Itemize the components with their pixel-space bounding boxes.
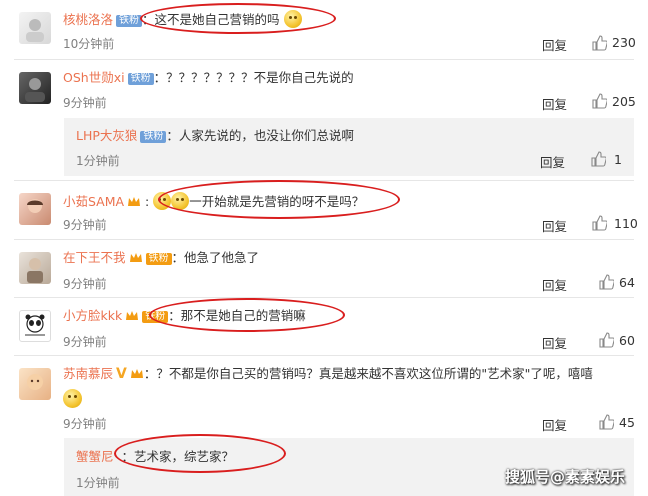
like-count: 45 <box>619 415 635 430</box>
reply-button[interactable]: 回复 <box>542 275 567 294</box>
crown-icon <box>128 197 141 206</box>
avatar-image <box>27 258 43 283</box>
verified-v-icon: V <box>116 366 127 382</box>
avatar-image <box>27 374 43 390</box>
divider <box>14 59 634 60</box>
like-count: 64 <box>619 275 635 290</box>
avatar-image <box>26 19 44 42</box>
username[interactable]: 蟹蟹尼 <box>76 449 114 464</box>
timestamp: 9分钟前 <box>63 335 107 349</box>
subreply-line: 蟹蟹尼 ：艺术家，综艺家？ <box>76 449 234 465</box>
thumbs-up-icon[interactable] <box>598 332 614 348</box>
avatar[interactable] <box>19 368 51 400</box>
fan-badge: 铁粉 <box>140 131 167 143</box>
thumbs-up-icon[interactable] <box>590 151 606 167</box>
avatar-image <box>25 78 45 102</box>
comment-line: OSh世勋xi 铁粉 ：？？？？？？？不是你自己先说的 <box>63 70 354 86</box>
comment-line: 小方脸kkk 铁粉 ：那不是她自己的营销嘛 <box>63 308 306 324</box>
timestamp: 9分钟前 <box>63 218 107 232</box>
username[interactable]: 小茹SAMA <box>63 194 124 209</box>
username[interactable]: 苏南慕辰 <box>63 366 113 381</box>
comment-line: 小茹SAMA : 一开始就是先营销的呀不是吗？ <box>63 192 365 210</box>
comment-text: ：那不是她自己的营销嘛 <box>168 308 306 323</box>
timestamp: 1分钟前 <box>76 154 120 168</box>
username[interactable]: OSh世勋xi <box>63 70 125 85</box>
thumbs-up-icon[interactable] <box>591 215 607 231</box>
comment-line: 苏南慕辰 V ：？不都是你自己买的营销吗？真是越来越不喜欢这位所谓的"艺术家"了呢，… <box>63 366 593 382</box>
divider <box>14 297 634 298</box>
timestamp: 1分钟前 <box>76 476 120 490</box>
avatar-image <box>27 199 43 213</box>
username[interactable]: LHP大灰狼 <box>76 128 137 143</box>
reply-button[interactable]: 回复 <box>542 216 567 235</box>
comment-line: 在下王不我 铁粉 ：他急了他急了 <box>63 250 259 266</box>
fan-badge: 铁粉 <box>142 311 169 323</box>
reply-button[interactable]: 回复 <box>540 152 565 171</box>
avatar[interactable] <box>19 193 51 225</box>
comment-text: ：？不都是你自己买的营销吗？真是越来越不喜欢这位所谓的"艺术家"了呢，嘻嘻 <box>143 366 593 381</box>
timestamp: 9分钟前 <box>63 417 107 431</box>
avatar[interactable] <box>19 72 51 104</box>
username[interactable]: 核桃洛洛 <box>63 12 113 27</box>
crown-icon <box>130 369 143 378</box>
reply-button[interactable]: 回复 <box>542 415 567 434</box>
comment-text: ：艺术家，综艺家？ <box>121 449 235 464</box>
like-count: 230 <box>612 35 636 50</box>
reply-button[interactable]: 回复 <box>542 94 567 113</box>
thumbs-up-icon[interactable] <box>598 414 614 430</box>
timestamp: 10分钟前 <box>63 37 115 51</box>
crown-icon <box>129 253 142 262</box>
smile-emoji-icon <box>283 10 302 28</box>
panda-avatar-icon <box>25 314 45 336</box>
username[interactable]: 小方脸kkk <box>63 308 122 323</box>
smile-emoji-icon <box>63 389 82 408</box>
comment-text: ：他急了他急了 <box>171 250 260 265</box>
divider <box>14 239 634 240</box>
fan-badge: 铁粉 <box>127 73 154 85</box>
fan-badge: 铁粉 <box>116 15 143 27</box>
comment-line: 核桃洛洛 铁粉 ：这不是她自己营销的吗 <box>63 10 302 28</box>
avatar[interactable] <box>19 310 51 342</box>
like-count: 205 <box>612 94 636 109</box>
watermark: 搜狐号@素素娱乐 <box>505 468 626 486</box>
emoji-icon <box>153 192 172 210</box>
comment-text: 一开始就是先营销的呀不是吗？ <box>189 194 365 209</box>
avatar[interactable] <box>19 12 51 44</box>
thumbs-up-icon[interactable] <box>598 274 614 290</box>
timestamp: 9分钟前 <box>63 96 107 110</box>
reply-button[interactable]: 回复 <box>542 35 567 54</box>
fan-badge: 铁粉 <box>145 253 172 265</box>
thumbs-up-icon[interactable] <box>591 93 607 109</box>
emoji-icon <box>171 192 190 210</box>
avatar[interactable] <box>19 252 51 284</box>
crown-icon <box>126 311 139 320</box>
reply-button[interactable]: 回复 <box>542 333 567 352</box>
username[interactable]: 在下王不我 <box>63 250 126 265</box>
timestamp: 9分钟前 <box>63 277 107 291</box>
subreply-line: LHP大灰狼 铁粉 ：人家先说的，也没让你们总说啊 <box>76 128 354 144</box>
divider <box>14 180 634 181</box>
like-count: 110 <box>614 216 638 231</box>
divider <box>14 355 634 356</box>
like-count: 60 <box>619 333 635 348</box>
thumbs-up-icon[interactable] <box>591 35 607 51</box>
like-count: 1 <box>614 152 622 167</box>
emoji-line <box>63 389 82 408</box>
comment-text: ：人家先说的，也没让你们总说啊 <box>166 128 354 143</box>
comment-text: ：这不是她自己营销的吗 <box>142 12 280 27</box>
comment-text: ：？？？？？？？不是你自己先说的 <box>153 70 354 85</box>
